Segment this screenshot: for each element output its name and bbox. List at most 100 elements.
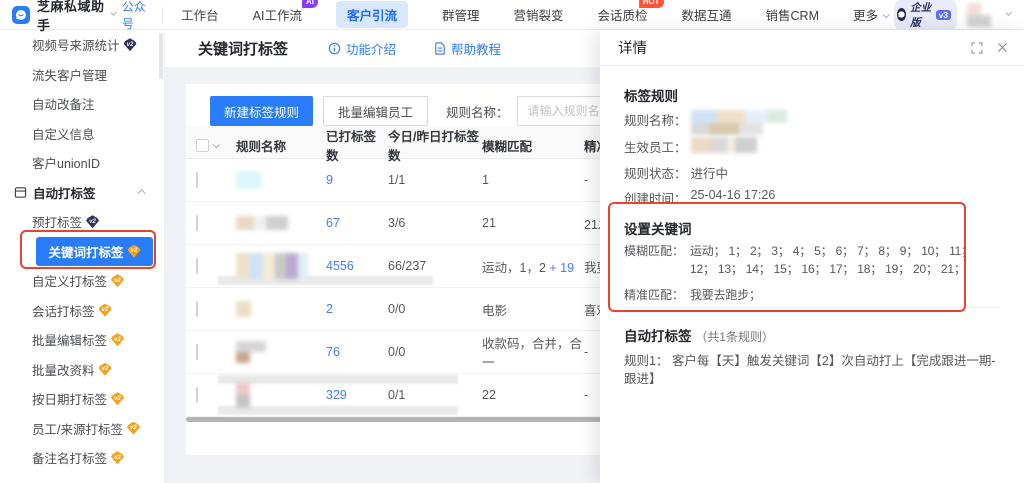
sidebar-item-label: 自动改备注	[32, 94, 95, 113]
sidebar-item-auto-remark[interactable]: 自动改备注	[0, 89, 164, 119]
nav-item-sales-crm[interactable]: 销售CRM	[766, 5, 819, 24]
field-label: 创建时间：	[624, 188, 687, 207]
v2-badge: v2	[127, 422, 140, 435]
chevron-up-icon	[137, 189, 145, 197]
sidebar-item-churned-customers[interactable]: 流失客户管理	[0, 60, 164, 90]
sidebar-item-label: 自定义信息	[32, 124, 95, 143]
sidebar-item-label: 流失客户管理	[32, 65, 107, 84]
plan-badge: 企业版 v3	[894, 0, 957, 32]
redacted-rule-name	[236, 341, 266, 363]
sidebar-item-custom-info[interactable]: 自定义信息	[0, 119, 164, 149]
rule-status-value: 进行中	[691, 163, 729, 182]
nav-label: AI工作流	[253, 9, 302, 23]
chevron-down-icon[interactable]	[1005, 10, 1012, 17]
sidebar-item-customer-unionid[interactable]: 客户unionID	[0, 148, 164, 178]
document-icon	[434, 42, 446, 55]
sidebar-section-auto-tagging[interactable]: 自动打标签	[0, 178, 164, 208]
created-time-value: 25-04-16 17:26	[691, 188, 776, 202]
sidebar-item-remark-tagging[interactable]: 备注名打标签v2	[0, 443, 164, 473]
batch-edit-staff-button[interactable]: 批量编辑员工	[323, 96, 428, 126]
nav-item-group-management[interactable]: 群管理	[442, 5, 480, 24]
nav-item-workbench[interactable]: 工作台	[181, 5, 219, 24]
nav-label: 客户引流	[347, 9, 397, 23]
channel-label[interactable]: 公众号	[122, 0, 152, 32]
link-label: 功能介绍	[346, 39, 396, 58]
nav-item-session-qc[interactable]: 会话质检HOT	[598, 5, 648, 24]
topbar-right-area: 企业版 v3	[894, 0, 1014, 32]
info-icon	[328, 42, 341, 55]
app-logo-icon[interactable]	[12, 6, 30, 24]
fuzzy-cell: 22	[482, 388, 584, 402]
nav-label: 数据互通	[682, 9, 732, 23]
sidebar-item-label: 员工/来源打标签	[32, 419, 123, 438]
nav-item-data-interchange[interactable]: 数据互通	[682, 5, 732, 24]
new-rule-button[interactable]: 新建标签规则	[210, 96, 313, 126]
sidebar-item-pre-tagging[interactable]: 预打标签v2	[0, 207, 164, 237]
rule-section-title: 标签规则	[624, 85, 678, 105]
tagged-count-link[interactable]: 9	[326, 173, 388, 187]
redaction-strip	[218, 406, 458, 415]
sidebar-section-label: 自动打标签	[33, 183, 96, 202]
fuzzy-cell: 运动，1，2 + 19	[482, 257, 584, 276]
help-tutorial-link[interactable]: 帮助教程	[434, 39, 501, 58]
sidebar-item-label: 备注名打标签	[32, 448, 107, 467]
sidebar-item-video-source-stats[interactable]: 视频号来源统计v2	[0, 30, 164, 60]
sidebar-item-staff-source-tagging[interactable]: 员工/来源打标签 v2	[0, 414, 164, 444]
expand-icon[interactable]	[971, 42, 983, 54]
feature-intro-link[interactable]: 功能介绍	[328, 39, 396, 58]
tagged-count-link[interactable]: 67	[326, 216, 388, 230]
app-window: 芝麻私域助手 公众号 工作台 AI工作流AI 客户引流 群管理 营销裂变 会话质…	[0, 0, 1024, 483]
row-checkbox[interactable]	[196, 215, 198, 231]
redacted-rule-name	[236, 301, 326, 317]
sidebar-scrollbar[interactable]	[159, 33, 163, 79]
sidebar-item-keyword-tagging[interactable]: 关键词打标签v2	[36, 237, 153, 267]
sidebar-item-batch-edit-profile[interactable]: 批量改资料v2	[0, 355, 164, 385]
sidebar-item-label: 自定义打标签	[32, 271, 107, 290]
tagged-count-link[interactable]: 4556	[326, 259, 388, 273]
nav-item-customer-acquisition[interactable]: 客户引流	[336, 1, 408, 28]
tagged-count-link[interactable]: 329	[326, 388, 388, 402]
today-count: 0/0	[388, 345, 482, 359]
plan-logo-icon	[897, 8, 906, 21]
v2-badge: v2	[99, 363, 112, 376]
chevron-down-icon	[883, 11, 890, 18]
sidebar-item-custom-tagging[interactable]: 自定义打标签v2	[0, 266, 164, 296]
fuzzy-match-label: 模糊匹配：	[624, 242, 690, 278]
chevron-down-icon[interactable]	[111, 9, 118, 16]
sidebar-item-label: 会话打标签	[32, 301, 95, 320]
sidebar-item-tag-by-date[interactable]: 按日期打标签v2	[0, 384, 164, 414]
redaction-strip	[218, 375, 458, 384]
tagged-count-link[interactable]: 2	[326, 302, 388, 316]
avatar[interactable]	[967, 3, 998, 27]
close-icon[interactable]	[997, 42, 1008, 53]
sidebar-item-session-tagging[interactable]: 会话打标签v2	[0, 296, 164, 326]
row-checkbox[interactable]	[196, 387, 198, 403]
detail-panel: 详情 标签规则 规则名称： 生效员工： 规则状态： 进行中 创建时间： 25-0…	[600, 30, 1024, 483]
fuzzy-match-row: 模糊匹配： 运动； 1； 2； 3； 4； 5； 6； 7； 8； 9； 10；…	[624, 242, 976, 278]
fuzzy-text: 运动，1，2	[482, 261, 546, 275]
rule-name-field: 规则名称：	[624, 110, 787, 135]
ai-badge: AI	[302, 0, 318, 8]
row-checkbox[interactable]	[196, 172, 198, 188]
row-checkbox[interactable]	[196, 344, 198, 360]
chevron-down-icon[interactable]	[213, 141, 220, 148]
col-header-rule-name: 规则名称	[236, 136, 326, 155]
fuzzy-more-link[interactable]: + 19	[549, 261, 574, 275]
redacted-rule-name	[236, 216, 326, 230]
row-checkbox[interactable]	[196, 258, 198, 274]
auto-tag-rule-count: （共1条规则）	[695, 330, 774, 344]
nav-item-ai-workflow[interactable]: AI工作流AI	[253, 5, 302, 24]
select-all-checkbox[interactable]	[196, 139, 209, 152]
today-count: 66/237	[388, 259, 482, 273]
v2-badge: v2	[86, 215, 99, 228]
nav-item-marketing-fission[interactable]: 营销裂变	[513, 5, 563, 24]
row-checkbox[interactable]	[196, 301, 198, 317]
created-time-field: 创建时间： 25-04-16 17:26	[624, 188, 775, 207]
sidebar-item-batch-edit-tags[interactable]: 批量编辑标签v2	[0, 325, 164, 355]
tagged-count-link[interactable]: 76	[326, 345, 388, 359]
nav-label: 工作台	[181, 9, 219, 23]
nav-label: 更多	[853, 9, 878, 23]
sidebar-item-label: 视频号来源统计	[32, 35, 120, 54]
nav-item-more[interactable]: 更多	[853, 5, 894, 24]
fuzzy-cell: 收款码，合并，合一	[482, 333, 584, 371]
